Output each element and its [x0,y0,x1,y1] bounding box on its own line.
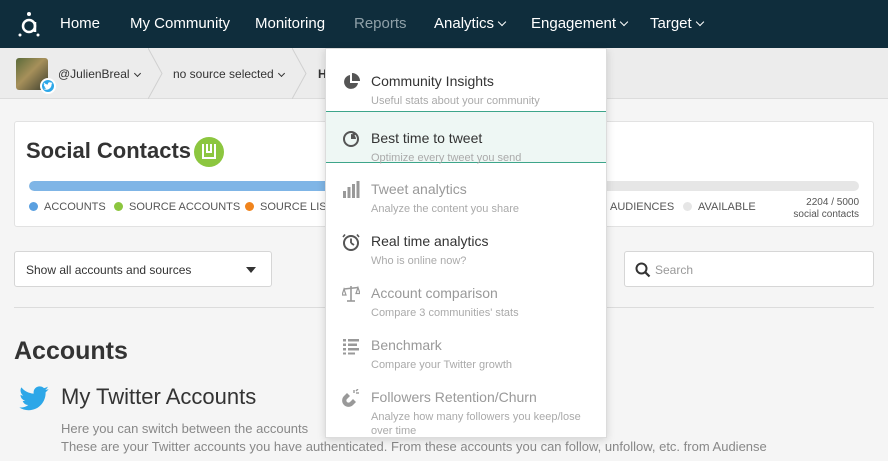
legend-accounts: ACCOUNTS [29,201,106,213]
accounts-filter-value: Show all accounts and sources [26,263,192,277]
menu-item-subtitle-line: over time [371,425,417,437]
menu-item-title: Account comparison [371,285,498,301]
nav-analytics-label: Analytics [434,15,495,32]
menu-item-tweet-analytics[interactable]: Tweet analytics Analyze the content you … [326,163,606,215]
menu-item-subtitle: Useful stats about your community [371,95,540,107]
list-icon [343,339,359,355]
contacts-count-value: 2204 / 5000 [806,197,859,208]
chevron-down-icon [497,17,507,27]
crumb-user-label: @JulienBreal [58,67,130,81]
legend-audiences: AUDIENCES [610,201,674,213]
nav-monitoring[interactable]: Monitoring [255,0,325,48]
menu-item-subtitle: Analyze the content you share [371,203,519,215]
nav-target[interactable]: Target [650,0,704,48]
nav-monitoring-label: Monitoring [255,15,326,32]
accounts-filter-select[interactable]: Show all accounts and sources [14,251,272,287]
menu-item-account-comparison[interactable]: Account comparison Compare 3 communities… [326,267,606,319]
social-contacts-title: Social Contacts [26,138,192,163]
analytics-dropdown-menu: Community Insights Useful stats about yo… [325,48,607,438]
menu-item-title: Real time analytics [371,233,489,249]
icon-part [206,144,212,153]
nav-home-label: Home [60,15,101,32]
search-input[interactable] [655,260,865,280]
chevron-down-icon [619,17,629,27]
nav-my-community[interactable]: My Community [130,0,230,48]
audiense-logo-icon[interactable] [18,11,40,37]
legend-dot [683,202,692,211]
magnet-icon [342,389,359,407]
chevron-down-icon [695,17,704,27]
legend-dot [114,202,123,211]
nav-target-label: Target [650,15,692,32]
upgrade-icon[interactable] [194,137,224,167]
pie-chart-icon [344,73,360,89]
menu-item-subtitle-line: Analyze how many followers you keep/lose [371,411,581,423]
legend-available: AVAILABLE [683,201,756,213]
top-nav: Home My Community Monitoring Reports Ana… [0,0,888,48]
menu-item-subtitle: Who is online now? [371,255,467,267]
menu-item-title: Followers Retention/Churn [371,389,537,405]
realtime-clock-icon [342,234,360,251]
nav-reports[interactable]: Reports [354,0,407,48]
menu-item-title: Best time to tweet [371,130,483,146]
chevron-down-icon [133,69,141,78]
menu-item-title: Benchmark [371,337,442,353]
nav-engagement-label: Engagement [531,15,617,32]
caret-down-icon [246,267,256,273]
nav-engagement[interactable]: Engagement [531,0,629,48]
contacts-count-label: social contacts [793,209,859,220]
legend-label: AVAILABLE [698,201,756,213]
legend-dot [29,202,38,211]
search-box [624,251,874,287]
accounts-title: Accounts [14,337,128,365]
search-icon [635,262,651,278]
legend-label: AUDIENCES [610,201,675,213]
menu-item-subtitle: Analyze how many followers you keep/lose… [371,410,581,438]
menu-item-benchmark[interactable]: Benchmark Compare your Twitter growth [326,319,606,371]
legend-source-list: SOURCE LIST [245,201,333,213]
menu-item-subtitle: Compare your Twitter growth [371,359,513,371]
legend-dot [245,202,254,211]
nav-my-community-label: My Community [130,15,231,32]
contacts-count: 2204 / 5000 social contacts [793,197,859,221]
crumb-separator [148,48,163,99]
scale-icon [342,285,360,302]
legend-source-accounts: SOURCE ACCOUNTS [114,201,240,213]
my-twitter-accounts-title: My Twitter Accounts [61,384,257,409]
legend-label: ACCOUNTS [44,201,106,213]
menu-item-community-insights[interactable]: Community Insights Useful stats about yo… [326,55,606,107]
menu-item-best-time-to-tweet[interactable]: Best time to tweet Optimize every tweet … [326,111,606,164]
crumb-source[interactable]: no source selected [173,67,285,81]
clock-chart-icon [343,131,359,147]
chevron-down-icon [277,69,285,78]
menu-item-subtitle: Compare 3 communities' stats [371,307,519,319]
nav-analytics[interactable]: Analytics [434,0,507,48]
legend-label: SOURCE ACCOUNTS [129,201,241,213]
bar-chart-icon [343,181,360,198]
menu-item-real-time-analytics[interactable]: Real time analytics Who is online now? [326,215,606,267]
nav-home[interactable]: Home [60,0,100,48]
accounts-description-2: These are your Twitter accounts you have… [61,439,767,454]
accounts-description-1: Here you can switch between the accounts [61,421,309,436]
legend-label: SOURCE LIST [260,201,334,213]
twitter-icon [19,386,49,411]
twitter-badge-icon [40,78,56,94]
crumb-separator [292,48,307,99]
nav-reports-label: Reports [354,15,407,32]
crumb-user[interactable]: @JulienBreal [58,67,141,81]
menu-item-title: Community Insights [371,73,494,89]
menu-item-title: Tweet analytics [371,181,467,197]
menu-item-followers-retention[interactable]: Followers Retention/Churn Analyze how ma… [326,371,606,437]
crumb-source-label: no source selected [173,67,274,81]
